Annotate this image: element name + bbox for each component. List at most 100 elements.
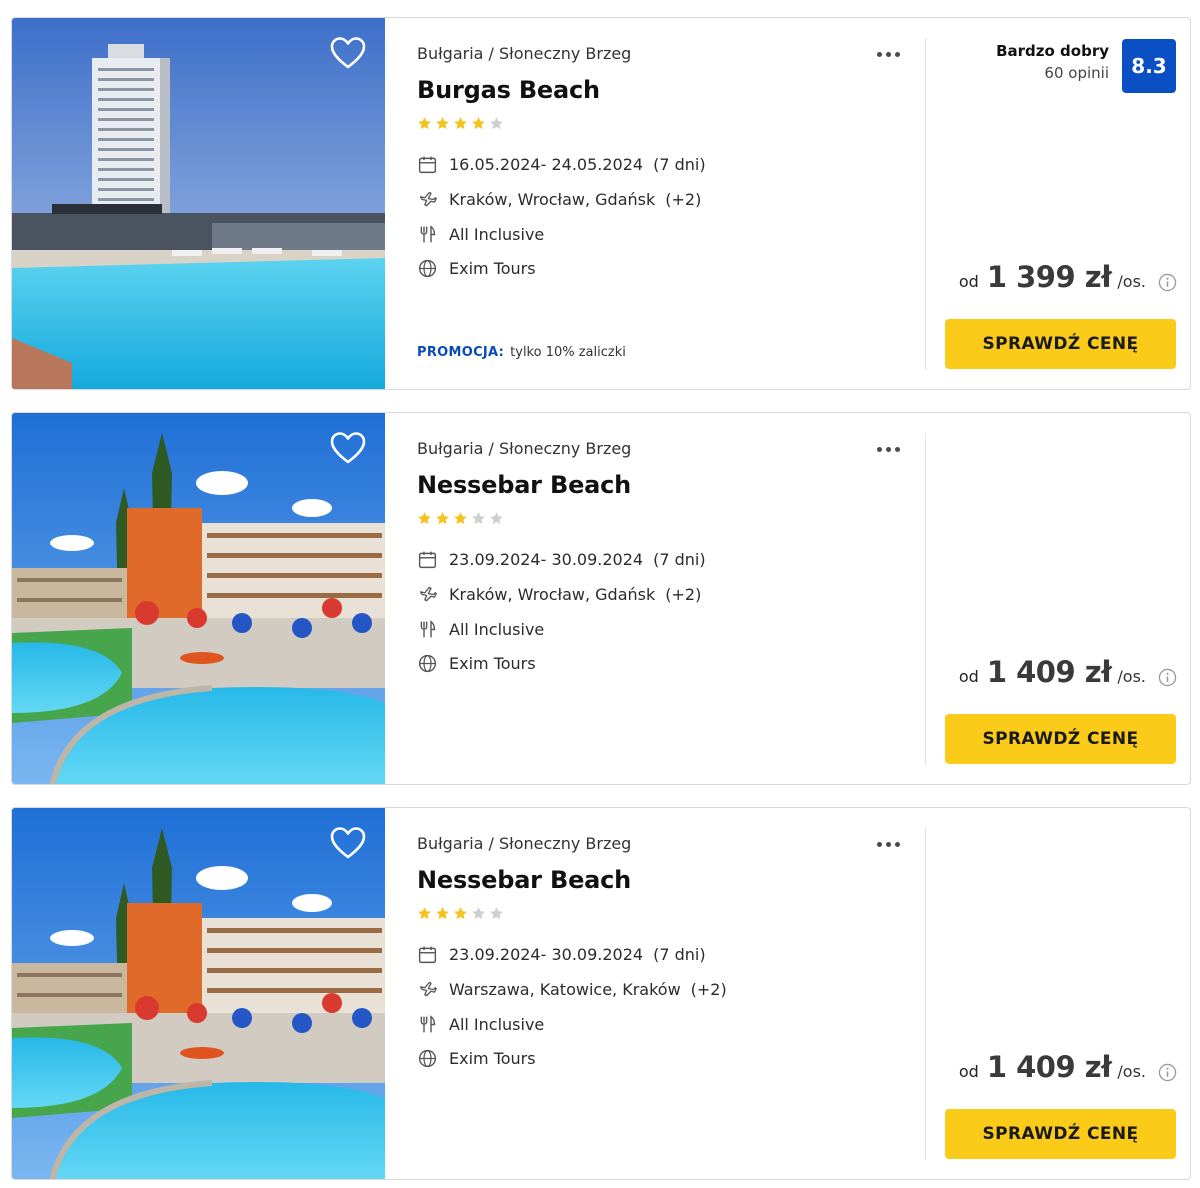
hotel-photo[interactable]	[12, 413, 385, 785]
rating-label: Bardzo dobry	[996, 42, 1109, 60]
price-row: od 1 409 zł /os.	[942, 655, 1177, 695]
dates-text: 23.09.2024- 30.09.2024	[449, 549, 644, 569]
offer-card[interactable]: Bułgaria / Słoneczny Brzeg Nessebar Beac…	[11, 807, 1191, 1180]
airports-row: Kraków, Wrocław, Gdańsk (+2)	[417, 583, 701, 605]
heart-icon[interactable]	[330, 826, 366, 860]
price-row: od 1 399 zł /os.	[942, 260, 1177, 300]
star-filled-icon	[454, 512, 467, 525]
price-value: 1 409 zł	[986, 1050, 1112, 1084]
star-empty-icon	[490, 512, 503, 525]
airports-more[interactable]: (+2)	[665, 585, 701, 604]
hotel-photo[interactable]	[12, 18, 385, 390]
rating-summary[interactable]: Bardzo dobry 60 opinii	[996, 42, 1109, 82]
star-filled-icon	[436, 907, 449, 920]
duration-text: (7 dni)	[653, 154, 706, 174]
price-unit: /os.	[1117, 1062, 1146, 1081]
star-empty-icon	[472, 907, 485, 920]
board-row: All Inclusive	[417, 223, 544, 245]
airports-row: Warszawa, Katowice, Kraków (+2)	[417, 978, 727, 1000]
cutlery-icon	[420, 619, 436, 637]
price-unit: /os.	[1117, 272, 1146, 291]
globe-icon	[418, 654, 437, 672]
heart-icon[interactable]	[330, 36, 366, 70]
hotel-photo[interactable]	[12, 808, 385, 1180]
dates-row: 23.09.2024- 30.09.2024 (7 dni)	[417, 943, 706, 965]
price-from: od	[958, 1062, 979, 1081]
star-filled-icon	[418, 512, 431, 525]
price-unit: /os.	[1117, 667, 1146, 686]
offer-card[interactable]: Bułgaria / Słoneczny Brzeg Burgas Beach …	[11, 17, 1191, 390]
globe-icon	[418, 1049, 437, 1067]
star-filled-icon	[472, 117, 485, 130]
star-empty-icon	[472, 512, 485, 525]
star-empty-icon	[490, 907, 503, 920]
price-row: od 1 409 zł /os.	[942, 1050, 1177, 1090]
location-breadcrumb[interactable]: Bułgaria / Słoneczny Brzeg	[417, 44, 631, 63]
check-price-button[interactable]: SPRAWDŹ CENĘ	[945, 714, 1176, 764]
promo-label: PROMOCJA:	[417, 345, 505, 360]
calendar-icon	[418, 156, 437, 173]
star-filled-icon	[454, 907, 467, 920]
cutlery-icon	[420, 1014, 436, 1032]
location-breadcrumb[interactable]: Bułgaria / Słoneczny Brzeg	[417, 834, 631, 853]
airports-text: Kraków, Wrocław, Gdańsk	[449, 584, 656, 604]
info-icon[interactable]	[1158, 273, 1177, 292]
cutlery-icon	[420, 224, 436, 242]
price-from: od	[958, 667, 979, 686]
star-rating	[417, 116, 504, 131]
star-empty-icon	[490, 117, 503, 130]
operator-row: Exim Tours	[417, 1047, 536, 1069]
globe-icon	[418, 259, 437, 277]
info-icon[interactable]	[1158, 668, 1177, 687]
info-icon[interactable]	[1158, 1063, 1177, 1082]
offer-info: Bułgaria / Słoneczny Brzeg Nessebar Beac…	[417, 413, 917, 784]
star-rating	[417, 511, 504, 526]
plane-icon	[419, 586, 437, 601]
check-price-button[interactable]: SPRAWDŹ CENĘ	[945, 1109, 1176, 1159]
star-filled-icon	[418, 907, 431, 920]
hotel-name[interactable]: Nessebar Beach	[417, 471, 631, 499]
operator-row: Exim Tours	[417, 652, 536, 674]
operator-text: Exim Tours	[449, 653, 536, 673]
promo-note: PROMOCJA: tylko 10% zaliczki	[417, 345, 626, 360]
divider	[925, 38, 926, 370]
price-from: od	[958, 272, 979, 291]
star-filled-icon	[418, 117, 431, 130]
rating-badge[interactable]: 8.3	[1122, 39, 1176, 93]
plane-icon	[419, 981, 437, 996]
star-rating	[417, 906, 504, 921]
airports-text: Warszawa, Katowice, Kraków	[449, 979, 681, 999]
offer-info: Bułgaria / Słoneczny Brzeg Nessebar Beac…	[417, 808, 917, 1179]
calendar-icon	[418, 551, 437, 568]
calendar-icon	[418, 946, 437, 963]
more-dots-icon[interactable]	[877, 46, 907, 62]
board-row: All Inclusive	[417, 618, 544, 640]
star-filled-icon	[454, 117, 467, 130]
heart-icon[interactable]	[330, 431, 366, 465]
plane-icon	[419, 191, 437, 206]
dates-row: 16.05.2024- 24.05.2024 (7 dni)	[417, 153, 706, 175]
location-breadcrumb[interactable]: Bułgaria / Słoneczny Brzeg	[417, 439, 631, 458]
offer-card[interactable]: Bułgaria / Słoneczny Brzeg Nessebar Beac…	[11, 412, 1191, 785]
hotel-name[interactable]: Nessebar Beach	[417, 866, 631, 894]
operator-row: Exim Tours	[417, 257, 536, 279]
more-dots-icon[interactable]	[877, 441, 907, 457]
divider	[925, 828, 926, 1160]
hotel-name[interactable]: Burgas Beach	[417, 76, 600, 104]
dates-text: 16.05.2024- 24.05.2024	[449, 154, 644, 174]
star-filled-icon	[436, 512, 449, 525]
promo-text: tylko 10% zaliczki	[510, 345, 626, 360]
rating-count: 60 opinii	[1044, 64, 1109, 82]
operator-text: Exim Tours	[449, 258, 536, 278]
check-price-button[interactable]: SPRAWDŹ CENĘ	[945, 319, 1176, 369]
board-text: All Inclusive	[449, 224, 545, 244]
board-row: All Inclusive	[417, 1013, 544, 1035]
more-dots-icon[interactable]	[877, 836, 907, 852]
airports-more[interactable]: (+2)	[691, 980, 727, 999]
airports-text: Kraków, Wrocław, Gdańsk	[449, 189, 656, 209]
price-value: 1 409 zł	[986, 655, 1112, 689]
dates-row: 23.09.2024- 30.09.2024 (7 dni)	[417, 548, 706, 570]
operator-text: Exim Tours	[449, 1048, 536, 1068]
airports-more[interactable]: (+2)	[665, 190, 701, 209]
board-text: All Inclusive	[449, 1014, 545, 1034]
